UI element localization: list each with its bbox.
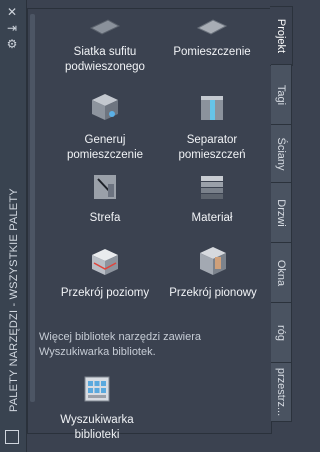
tab-sciany[interactable]: Ściany <box>271 124 292 184</box>
tool-horizontal-section[interactable]: Przekrój poziomy <box>47 245 163 301</box>
ceiling-grid-icon <box>89 19 121 35</box>
tool-label: Strefa <box>89 212 121 224</box>
tool-space-separator[interactable]: Separator pomieszczeń <box>162 92 262 163</box>
tab-okna[interactable]: Okna <box>271 242 292 304</box>
zone-icon <box>94 175 116 199</box>
tool-vertical-section[interactable]: Przekrój pionowy <box>155 245 271 301</box>
tool-generate-space[interactable]: Generuj pomieszczenie <box>55 92 155 163</box>
horizontal-section-icon <box>92 249 118 275</box>
space-icon <box>196 19 228 35</box>
close-icon[interactable]: ✕ <box>5 6 19 18</box>
tab-drzwi[interactable]: Drzwi <box>271 182 292 244</box>
tool-label: Materiał <box>191 212 233 224</box>
palette-tabs: Projekt Tagi Ściany Drzwi Okna róg przes… <box>270 6 293 426</box>
tool-label: Przekrój poziomy <box>60 287 150 299</box>
library-info-text: Więcej bibliotek narzędzi zawiera Wyszuk… <box>39 331 202 358</box>
tool-zone[interactable]: Strefa <box>55 172 155 226</box>
tool-label: Generuj pomieszczenie <box>66 134 144 161</box>
tool-material[interactable]: Materiał <box>162 172 262 226</box>
tool-label: Separator pomieszczeń <box>178 134 246 161</box>
tab-rog[interactable]: róg <box>271 302 292 364</box>
tool-library-search[interactable]: Wyszukiwarka biblioteki <box>47 374 147 443</box>
palette-title: PALETY NARZĘDZI - WSZYSTKIE PALETY <box>8 188 20 412</box>
autohide-icon[interactable]: ⇥ <box>5 22 19 34</box>
tool-label: Pomieszczenie <box>173 46 251 58</box>
scrollbar[interactable] <box>30 14 35 402</box>
settings-icon[interactable]: ⚙ <box>5 38 19 50</box>
library-search-icon <box>84 376 110 402</box>
space-separator-icon <box>201 96 223 120</box>
tool-ceiling-grid[interactable]: Siatka sufitu podwieszonego <box>55 14 155 75</box>
vertical-section-icon <box>200 247 226 275</box>
tool-space[interactable]: Pomieszczenie <box>162 14 262 60</box>
generate-space-icon <box>92 94 118 120</box>
tool-label: Przekrój pionowy <box>169 287 257 299</box>
tool-label: Siatka sufitu podwieszonego <box>65 46 145 73</box>
tab-przestrzen[interactable]: przestrz... <box>271 362 292 422</box>
palette-titlebar: ✕ ⇥ ⚙ PALETY NARZĘDZI - WSZYSTKIE PALETY <box>0 0 27 452</box>
palette-properties-icon[interactable] <box>5 430 19 444</box>
tab-projekt[interactable]: Projekt <box>270 6 293 66</box>
tool-label: Wyszukiwarka biblioteki <box>60 414 134 441</box>
tab-tagi[interactable]: Tagi <box>271 64 292 126</box>
material-icon <box>201 176 223 199</box>
